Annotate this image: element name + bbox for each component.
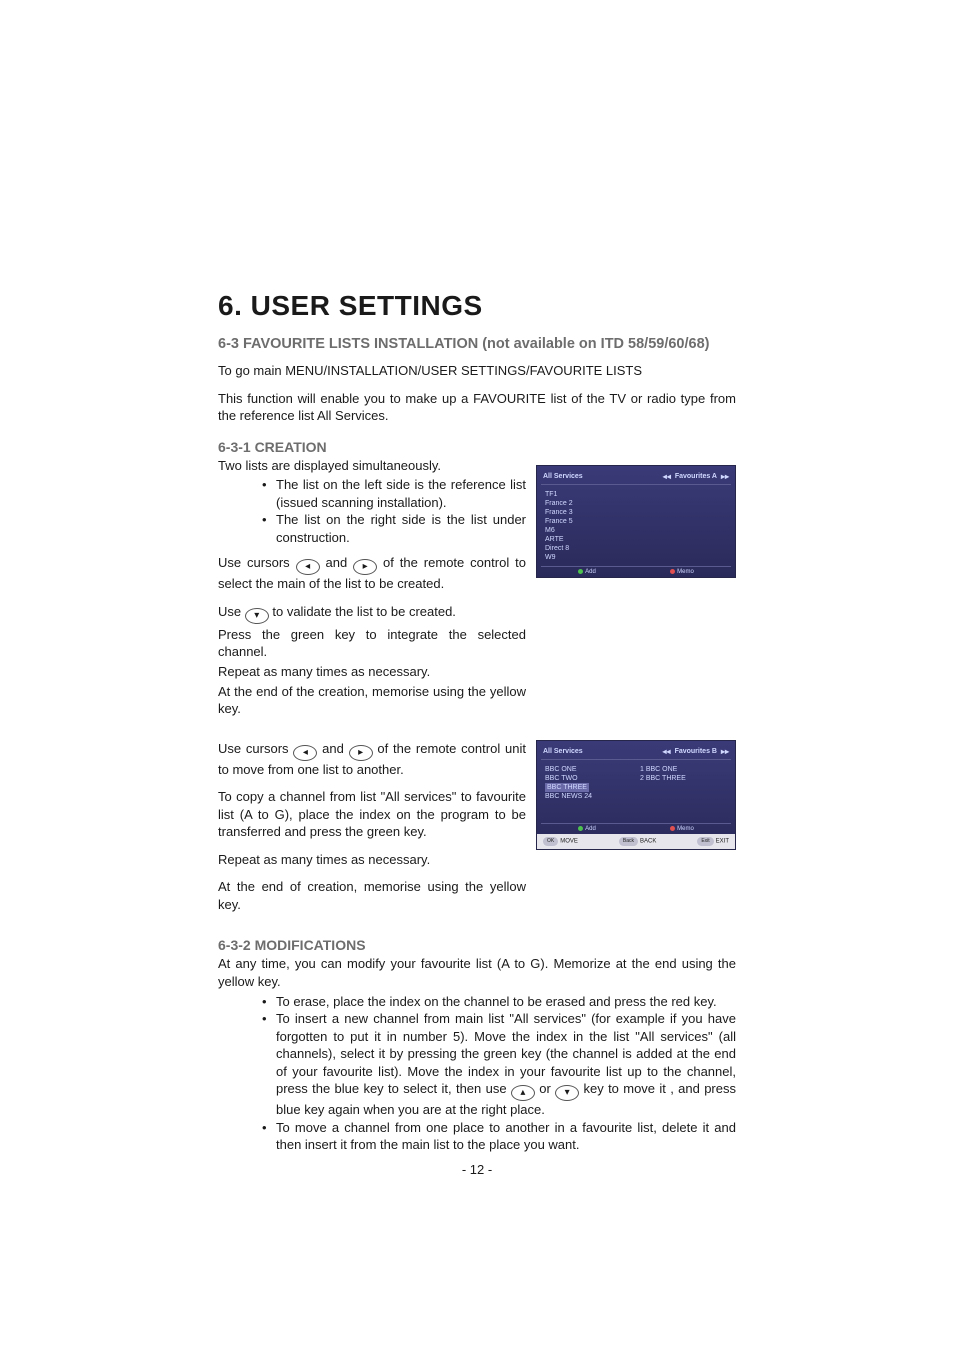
creation-memorise: At the end of the creation, memorise usi… — [218, 683, 526, 718]
screenshot-col-1: All Services ◂◂ Favourites A ▸▸ TF1 Fran… — [536, 457, 736, 579]
copy-channel-line: To copy a channel from list "All service… — [218, 788, 526, 841]
page-number: - 12 - — [218, 1162, 736, 1177]
ui-foot-add: Add — [578, 826, 596, 832]
ui-screenshot-favourites-a: All Services ◂◂ Favourites A ▸▸ TF1 Fran… — [536, 465, 736, 579]
list-item: France 2 — [545, 499, 634, 508]
ui-arrow-right-icon: ▸▸ — [721, 747, 729, 756]
creation-text-col: Two lists are displayed simultaneously. … — [218, 457, 526, 728]
list-item: M6 — [545, 526, 634, 535]
list-item-selected: BBC THREE — [545, 783, 589, 792]
ui-left-list: BBC ONE BBC TWO BBC THREE BBC NEWS 24 — [541, 763, 636, 821]
list-item: The list on the left side is the referen… — [262, 476, 526, 511]
list-item: ARTE — [545, 535, 634, 544]
text-fragment: Use — [218, 604, 245, 619]
page-title: 6. USER SETTINGS — [218, 290, 736, 322]
list-item: The list on the right side is the list u… — [262, 511, 526, 546]
repeat-line-2: Repeat as many times as necessary. — [218, 851, 526, 869]
list-item: BBC ONE — [545, 765, 634, 774]
left-arrow-icon: ◂ — [293, 745, 317, 761]
list-item: France 5 — [545, 517, 634, 526]
list-item: To insert a new channel from main list "… — [262, 1010, 736, 1119]
ui-left-title: All Services — [543, 473, 583, 480]
ui-screenshot-favourites-b: All Services ◂◂ Favourites B ▸▸ BBC ONE … — [536, 740, 736, 850]
text-fragment: to validate the list to be created. — [272, 604, 456, 619]
intro-paragraph: This function will enable you to make up… — [218, 390, 736, 425]
list-item: BBC NEWS 24 — [545, 792, 634, 801]
ui-arrow-right-icon: ▸▸ — [721, 472, 729, 481]
creation-cursor-line: Use cursors ◂ and ▸ of the remote contro… — [218, 554, 526, 593]
creation-row: Two lists are displayed simultaneously. … — [218, 457, 736, 728]
ui-left-list: TF1 France 2 France 3 France 5 M6 ARTE D… — [541, 488, 636, 565]
down-arrow-icon: ▾ — [245, 608, 269, 624]
exit-pill-icon: Exit — [697, 837, 713, 846]
creation-green-key: Press the green key to integrate the sel… — [218, 626, 526, 661]
text-fragment: Use cursors — [218, 555, 296, 570]
creation-intro: Two lists are displayed simultaneously. — [218, 457, 526, 475]
ui-arrow-left-icon: ◂◂ — [663, 472, 671, 481]
nav-path: To go main MENU/INSTALLATION/USER SETTIN… — [218, 362, 736, 380]
right-arrow-icon: ▸ — [349, 745, 373, 761]
ui-right-title: Favourites A — [675, 473, 717, 480]
section-heading-creation: 6-3-1 CREATION — [218, 439, 736, 455]
down-arrow-icon: ▾ — [555, 1085, 579, 1101]
text-fragment: and — [326, 555, 354, 570]
creation-bullets: The list on the left side is the referen… — [218, 476, 526, 546]
list-item: 2 BBC THREE — [640, 774, 729, 783]
text-fragment: or — [539, 1081, 555, 1096]
section-heading-modifications: 6-3-2 MODIFICATIONS — [218, 937, 736, 953]
memorise-line-2: At the end of creation, memorise using t… — [218, 878, 526, 913]
left-arrow-icon: ◂ — [296, 559, 320, 575]
list-item: To move a channel from one place to anot… — [262, 1119, 736, 1154]
document-page: 6. USER SETTINGS 6-3 FAVOURITE LISTS INS… — [0, 0, 954, 1351]
text-fragment: and — [322, 741, 349, 756]
copy-text-col: Use cursors ◂ and ▸ of the remote contro… — [218, 740, 526, 924]
text-fragment: Use cursors — [218, 741, 293, 756]
list-item: Direct 8 — [545, 544, 634, 553]
ui-left-title: All Services — [543, 748, 583, 755]
list-item: France 3 — [545, 508, 634, 517]
copy-row: Use cursors ◂ and ▸ of the remote contro… — [218, 740, 736, 924]
list-item: TF1 — [545, 490, 634, 499]
ui-foot-memo: Memo — [670, 569, 694, 575]
list-item: 1 BBC ONE — [640, 765, 729, 774]
right-arrow-icon: ▸ — [353, 559, 377, 575]
modifications-intro: At any time, you can modify your favouri… — [218, 955, 736, 990]
cursor-move-line: Use cursors ◂ and ▸ of the remote contro… — [218, 740, 526, 779]
section-subtitle: 6-3 FAVOURITE LISTS INSTALLATION (not av… — [218, 336, 736, 352]
screenshot-col-2: All Services ◂◂ Favourites B ▸▸ BBC ONE … — [536, 740, 736, 850]
creation-repeat: Repeat as many times as necessary. — [218, 663, 526, 681]
modifications-bullets: To erase, place the index on the channel… — [218, 993, 736, 1154]
list-item: W9 — [545, 553, 634, 562]
creation-validate-line: Use ▾ to validate the list to be created… — [218, 603, 526, 624]
list-item: BBC TWO — [545, 774, 634, 783]
ok-pill-icon: OK — [543, 837, 558, 846]
ui-arrow-left-icon: ◂◂ — [663, 747, 671, 756]
ui-foot-memo: Memo — [670, 826, 694, 832]
ui-foot-add: Add — [578, 569, 596, 575]
ui-right-list — [636, 488, 731, 565]
ui-right-title: Favourites B — [675, 748, 717, 755]
ui-right-list: 1 BBC ONE 2 BBC THREE — [636, 763, 731, 821]
list-item: To erase, place the index on the channel… — [262, 993, 736, 1011]
ui-hint-bar: OKMOVE BackBACK ExitEXIT — [537, 834, 735, 849]
back-pill-icon: Back — [619, 837, 638, 846]
up-arrow-icon: ▴ — [511, 1085, 535, 1101]
